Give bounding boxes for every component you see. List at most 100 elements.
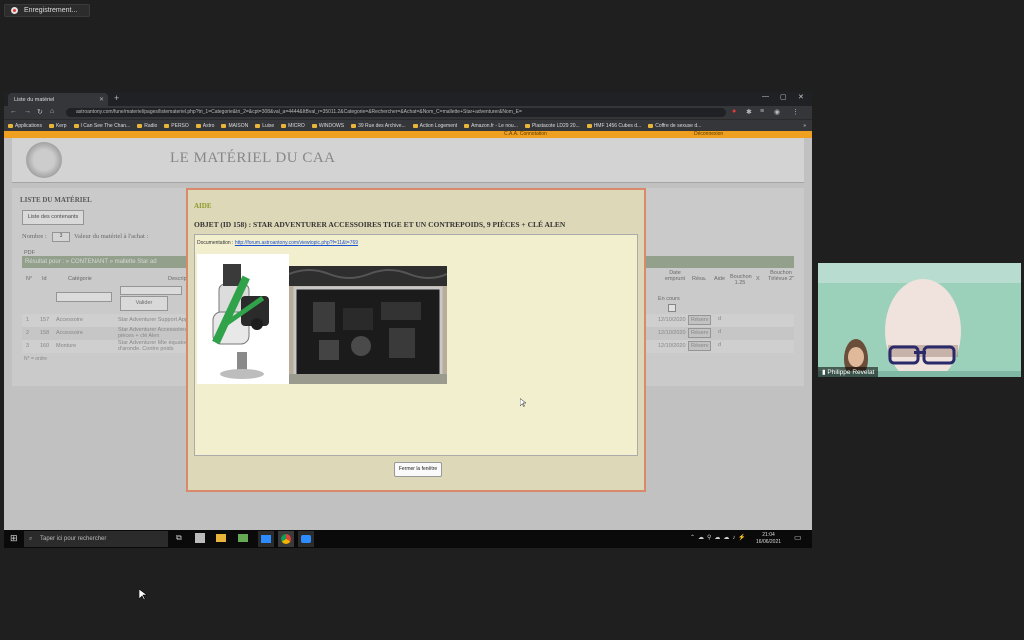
bookmark-item[interactable]: MAISON [221, 123, 248, 129]
modal-header: AIDE [194, 202, 212, 210]
home-icon[interactable]: ⌂ [50, 108, 54, 115]
forward-icon[interactable]: → [24, 108, 31, 115]
bookmark-item[interactable]: MICRO [281, 123, 305, 129]
extension-icon[interactable]: ● [732, 108, 736, 115]
extensions-icon[interactable]: ✱ [746, 108, 752, 116]
app-icon[interactable] [258, 531, 274, 547]
reload-icon[interactable]: ↻ [37, 108, 43, 116]
zoom-icon[interactable] [298, 531, 314, 547]
reading-list-icon[interactable]: ≡ [760, 108, 764, 115]
folder-icon [195, 123, 201, 128]
recording-label: Enregistrement... [24, 7, 78, 14]
system-tray-icons[interactable]: ⌃☁⚲☁☁♪⚡ [690, 534, 749, 541]
bookmark-label: I Can See The Chan... [80, 122, 131, 129]
bookmark-label: HMF 1456 Cubes d... [593, 122, 642, 129]
folder-icon [351, 123, 357, 128]
mouse-cursor-icon [139, 589, 147, 601]
documentation-link[interactable]: http://forum.astroantony.com/viewtopic.p… [235, 240, 358, 246]
logout-link[interactable]: Déconnexion [694, 131, 723, 138]
bookmark-item[interactable]: PERSO [164, 123, 189, 129]
folder-icon [412, 123, 418, 128]
store-icon[interactable] [195, 533, 205, 543]
folder-icon [311, 123, 317, 128]
star-adventurer-mount-image [197, 254, 289, 384]
folder-icon [48, 123, 54, 128]
bookmark-item[interactable]: Applications [8, 123, 42, 129]
folder-icon [164, 123, 170, 128]
browser-tab[interactable]: Liste du matériel ✕ [8, 93, 108, 106]
clock-time: 21:04 [762, 532, 775, 538]
bookmark-label: Applications [15, 122, 42, 129]
folder-icon [255, 123, 261, 128]
bookmark-item[interactable]: Astro [195, 123, 214, 129]
folder-icon [524, 123, 530, 128]
close-window-button[interactable]: Fermer la fenêtre [394, 462, 442, 477]
bookmark-item[interactable]: Action Logement [412, 122, 458, 129]
signal-icon: ▮ [822, 369, 826, 376]
tab-title: Liste du matériel [14, 96, 55, 103]
case-photo [289, 266, 447, 384]
bookmark-label: Action Logement [419, 122, 458, 129]
chrome-icon[interactable] [278, 531, 294, 547]
bookmark-item[interactable]: WINDOWS [311, 122, 345, 129]
bookmark-label: 39 Rue des Archive... [358, 122, 406, 129]
mount-photo [197, 254, 289, 384]
bookmark-label: Radio [144, 122, 158, 129]
url-input[interactable]: astroantony.com/fune/materiel/pages/list… [66, 108, 726, 117]
more-bookmarks-button[interactable]: » [803, 123, 812, 129]
record-icon [11, 7, 18, 14]
bookmark-item[interactable]: Plastacote LD29 20... [524, 122, 580, 129]
recording-indicator[interactable]: Enregistrement... [4, 4, 90, 17]
maximize-icon[interactable]: ▢ [780, 93, 787, 101]
bookmark-label: MAISON [228, 122, 249, 129]
search-placeholder: Taper ici pour rechercher [40, 536, 107, 542]
bookmark-item[interactable]: 39 Rue des Archive... [351, 123, 406, 129]
bookmark-label: Kerp [55, 122, 67, 129]
bookmark-item[interactable]: Amazon.fr - Le nou... [464, 123, 518, 129]
bookmark-item[interactable]: Coffre de sexuse d... [648, 123, 701, 129]
file-explorer-icon[interactable] [216, 534, 226, 542]
site-top-bar: C.A.A. Connotation Déconnexion [4, 131, 812, 138]
folder-icon [137, 123, 143, 128]
notification-icon[interactable]: ▭ [794, 533, 802, 542]
search-icon: ⌕ [29, 536, 33, 542]
bookmark-item[interactable]: Luise [255, 123, 274, 129]
taskbar-search-input[interactable]: ⌕ Taper ici pour rechercher [24, 531, 168, 547]
task-view-icon[interactable]: ⧉ [176, 533, 182, 543]
minimize-icon[interactable]: — [762, 93, 769, 100]
participant-video [818, 263, 1021, 377]
close-tab-icon[interactable]: ✕ [99, 96, 104, 103]
bookmark-item[interactable]: HMF 1456 Cubes d... [586, 122, 642, 129]
bookmark-label: Luise [262, 122, 275, 129]
folder-icon [73, 123, 79, 128]
modal-cursor-icon [520, 398, 526, 408]
profile-avatar[interactable]: ◉ [774, 108, 780, 116]
close-window-icon[interactable]: ✕ [798, 93, 804, 101]
open-case-image [289, 266, 447, 384]
bookmark-item[interactable]: Kerp [48, 122, 67, 129]
back-icon[interactable]: ← [10, 108, 17, 115]
participant-name-label: Philippe Revelat [827, 369, 875, 376]
bookmark-label: Amazon.fr - Le nou... [471, 122, 518, 129]
new-tab-icon[interactable]: + [114, 93, 119, 103]
bookmark-item[interactable]: I Can See The Chan... [73, 122, 131, 129]
address-bar-row: ← → ↻ ⌂ astroantony.com/fune/materiel/pa… [4, 106, 812, 119]
connection-label: C.A.A. Connotation [504, 131, 547, 137]
help-modal: AIDE OBJET (ID 158) : STAR ADVENTURER AC… [186, 188, 646, 492]
bookmark-label: WINDOWS [318, 122, 345, 129]
taskbar-clock[interactable]: 21:04 16/06/2021 [756, 532, 781, 546]
browser-tab-bar: Liste du matériel ✕ + — ▢ ✕ [4, 92, 812, 106]
bookmarks-bar: Applications Kerp I Can See The Chan... Rad… [4, 119, 812, 131]
documentation-label: Documentation : [197, 240, 234, 246]
bookmark-label: Plastacote LD29 20... [531, 122, 580, 129]
menu-icon[interactable]: ⋮ [792, 108, 799, 116]
bookmark-item[interactable]: Radio [137, 123, 157, 129]
windows-taskbar: ⊞ ⌕ Taper ici pour rechercher ⧉ ⌃☁⚲☁☁♪⚡ … [4, 530, 812, 548]
webcam-video[interactable]: ▮ Philippe Revelat [818, 263, 1021, 377]
windows-start-icon[interactable]: ⊞ [10, 533, 18, 544]
shared-screen: Liste du matériel ✕ + — ▢ ✕ ← → ↻ ⌂ astr… [4, 92, 812, 548]
bookmark-label: MICRO [288, 122, 305, 129]
documentation-line: Documentation : http://forum.astroantony… [197, 240, 358, 246]
app-icon[interactable] [238, 534, 248, 542]
clock-date: 16/06/2021 [756, 539, 782, 545]
